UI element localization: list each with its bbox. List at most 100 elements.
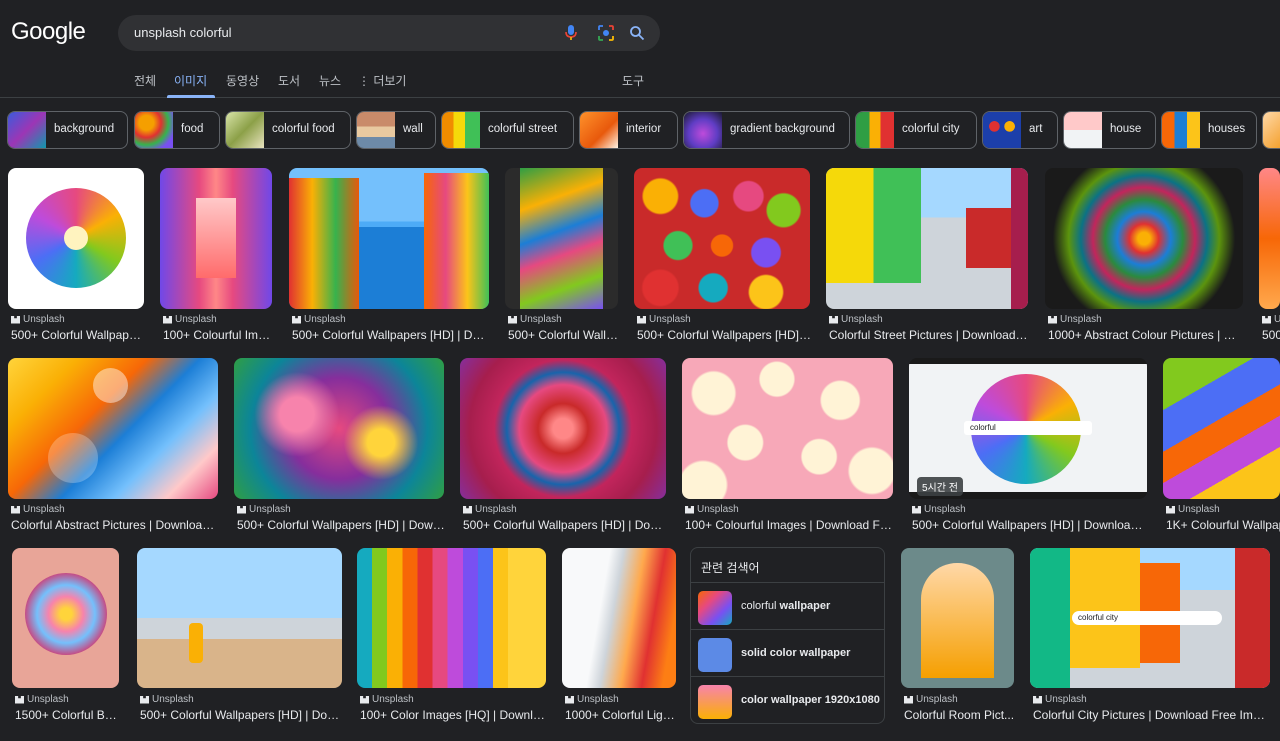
result-source: Unsplash — [508, 314, 562, 325]
source-label: Unsplash — [697, 504, 739, 515]
result-thumbnail[interactable] — [682, 358, 893, 499]
result-title[interactable]: 500+ Colorful Wallpapers [HD] | Downl... — [237, 518, 445, 532]
result-source: Unsplash — [292, 314, 346, 325]
source-label: Unsplash — [372, 694, 414, 705]
chip-gradient-background[interactable]: gradient background — [683, 111, 850, 149]
result-title[interactable]: 500+ Colorful Wallpapers [HD] | ... — [637, 328, 811, 342]
result-thumbnail[interactable] — [8, 168, 144, 309]
result-thumbnail[interactable] — [289, 168, 489, 309]
chip-colorful-food[interactable]: colorful food — [225, 111, 351, 149]
house-right — [1011, 168, 1028, 309]
related-label: solid color wallpaper — [741, 647, 851, 659]
unsplash-icon — [11, 505, 20, 514]
lens-icon[interactable] — [596, 23, 616, 43]
result-title[interactable]: 100+ Colourful Ima... — [163, 328, 273, 342]
result-title[interactable]: 1000+ Abstract Colour Pictures | Do... — [1048, 328, 1244, 342]
result-title[interactable]: 1500+ Colorful Bac... — [15, 708, 122, 722]
result-thumbnail[interactable] — [12, 548, 119, 688]
search-box[interactable]: unsplash colorful — [118, 15, 660, 51]
related-item-color-wallpaper-1920[interactable]: color wallpaper 1920x1080 — [691, 676, 884, 723]
result-title[interactable]: 500+ Colorful Wallp... — [508, 328, 619, 342]
chip-thumbnail — [226, 112, 264, 148]
tab-news[interactable]: 뉴스 — [319, 72, 341, 89]
result-thumbnail[interactable]: colorful 5시간 전 — [909, 358, 1147, 499]
related-label: colorful wallpaper — [741, 600, 831, 612]
result-title[interactable]: 100+ Color Images [HQ] | Downloa... — [360, 708, 547, 722]
tab-more[interactable]: ⋮ 더보기 — [358, 72, 406, 89]
chip-partial[interactable] — [1262, 111, 1280, 149]
flower-center — [64, 226, 88, 250]
result-thumbnail[interactable] — [8, 358, 218, 499]
result-title[interactable]: 500+ Colorful Wallpapers [HD] | Downl... — [463, 518, 667, 532]
result-thumbnail[interactable] — [901, 548, 1014, 688]
tab-images[interactable]: 이미지 — [174, 72, 207, 89]
source-label: Unsplash — [916, 694, 958, 705]
chip-thumbnail — [8, 112, 46, 148]
result-thumbnail[interactable] — [160, 168, 272, 309]
result-title[interactable]: 500 — [1262, 328, 1280, 342]
result-title[interactable]: Colorful Room Pict... — [904, 708, 1015, 722]
bubble-shape — [48, 433, 98, 483]
chip-label: colorful city — [902, 123, 960, 135]
source-label: Unsplash — [841, 314, 883, 325]
tab-all[interactable]: 전체 — [134, 72, 156, 89]
search-tabs: 전체 이미지 동영상 도서 뉴스 ⋮ 더보기 — [0, 64, 700, 98]
result-thumbnail[interactable] — [137, 548, 342, 688]
unsplash-icon — [11, 315, 20, 324]
result-thumbnail[interactable]: colorful city — [1030, 548, 1270, 688]
related-item-colorful-wallpaper[interactable]: colorful wallpaper — [691, 582, 884, 629]
chip-art[interactable]: art — [982, 111, 1058, 149]
chip-colorful-city[interactable]: colorful city — [855, 111, 977, 149]
unsplash-icon — [140, 695, 149, 704]
person-shape — [189, 623, 203, 663]
result-title[interactable]: 500+ Colorful Wallpapers [HD] | Download… — [912, 518, 1148, 532]
chip-food[interactable]: food — [134, 111, 220, 149]
result-title[interactable]: Colorful City Pictures | Download Free I… — [1033, 708, 1271, 722]
tab-books[interactable]: 도서 — [278, 72, 300, 89]
source-label: Unsplash — [520, 314, 562, 325]
result-title[interactable]: Colorful Abstract Pictures | Download ..… — [11, 518, 219, 532]
mic-icon[interactable] — [561, 23, 581, 43]
result-thumbnail[interactable] — [562, 548, 676, 688]
source-label: Unsplash — [23, 314, 65, 325]
result-thumbnail[interactable] — [1163, 358, 1280, 499]
tools-button[interactable]: 도구 — [622, 72, 644, 89]
result-thumbnail[interactable] — [460, 358, 666, 499]
unsplash-icon — [1262, 315, 1271, 324]
result-title[interactable]: 1000+ Colorful Ligh... — [565, 708, 677, 722]
chip-background[interactable]: background — [7, 111, 128, 149]
result-thumbnail[interactable] — [234, 358, 444, 499]
related-item-solid-color-wallpaper[interactable]: solid color wallpaper — [691, 629, 884, 676]
unsplash-icon — [829, 315, 838, 324]
related-thumbnail — [698, 591, 732, 625]
result-thumbnail[interactable] — [634, 168, 810, 309]
unsplash-icon — [508, 315, 517, 324]
result-thumbnail[interactable] — [357, 548, 546, 688]
result-title[interactable]: 500+ Colorful Wallpaper... — [11, 328, 145, 342]
chip-label: house — [1110, 123, 1142, 135]
search-icon[interactable] — [627, 23, 647, 43]
house-yellow — [1070, 548, 1140, 668]
overlay-search-pill: colorful city — [1072, 611, 1222, 625]
result-title[interactable]: 500+ Colorful Wallpapers [HD] | Down... — [140, 708, 343, 722]
unsplash-icon — [637, 315, 646, 324]
result-thumbnail[interactable] — [1259, 168, 1280, 309]
result-thumbnail[interactable] — [505, 168, 618, 309]
chip-wall[interactable]: wall — [356, 111, 436, 149]
chip-house[interactable]: house — [1063, 111, 1156, 149]
result-thumbnail[interactable] — [1045, 168, 1243, 309]
chip-colorful-street[interactable]: colorful street — [441, 111, 574, 149]
result-thumbnail[interactable] — [826, 168, 1028, 309]
chip-label: colorful food — [272, 123, 335, 135]
tab-videos[interactable]: 동영상 — [226, 72, 259, 89]
chip-interior[interactable]: interior — [579, 111, 678, 149]
unsplash-icon — [685, 505, 694, 514]
search-input[interactable]: unsplash colorful — [134, 25, 232, 40]
result-title[interactable]: 1K+ Colourful Wallpape — [1166, 518, 1280, 532]
chip-houses[interactable]: houses — [1161, 111, 1257, 149]
result-title[interactable]: 100+ Colourful Images | Download Free... — [685, 518, 894, 532]
result-title[interactable]: Colorful Street Pictures | Download Fr..… — [829, 328, 1029, 342]
result-title[interactable]: 500+ Colorful Wallpapers [HD] | Dow... — [292, 328, 490, 342]
unsplash-icon — [237, 505, 246, 514]
google-logo[interactable]: Google — [11, 18, 86, 46]
